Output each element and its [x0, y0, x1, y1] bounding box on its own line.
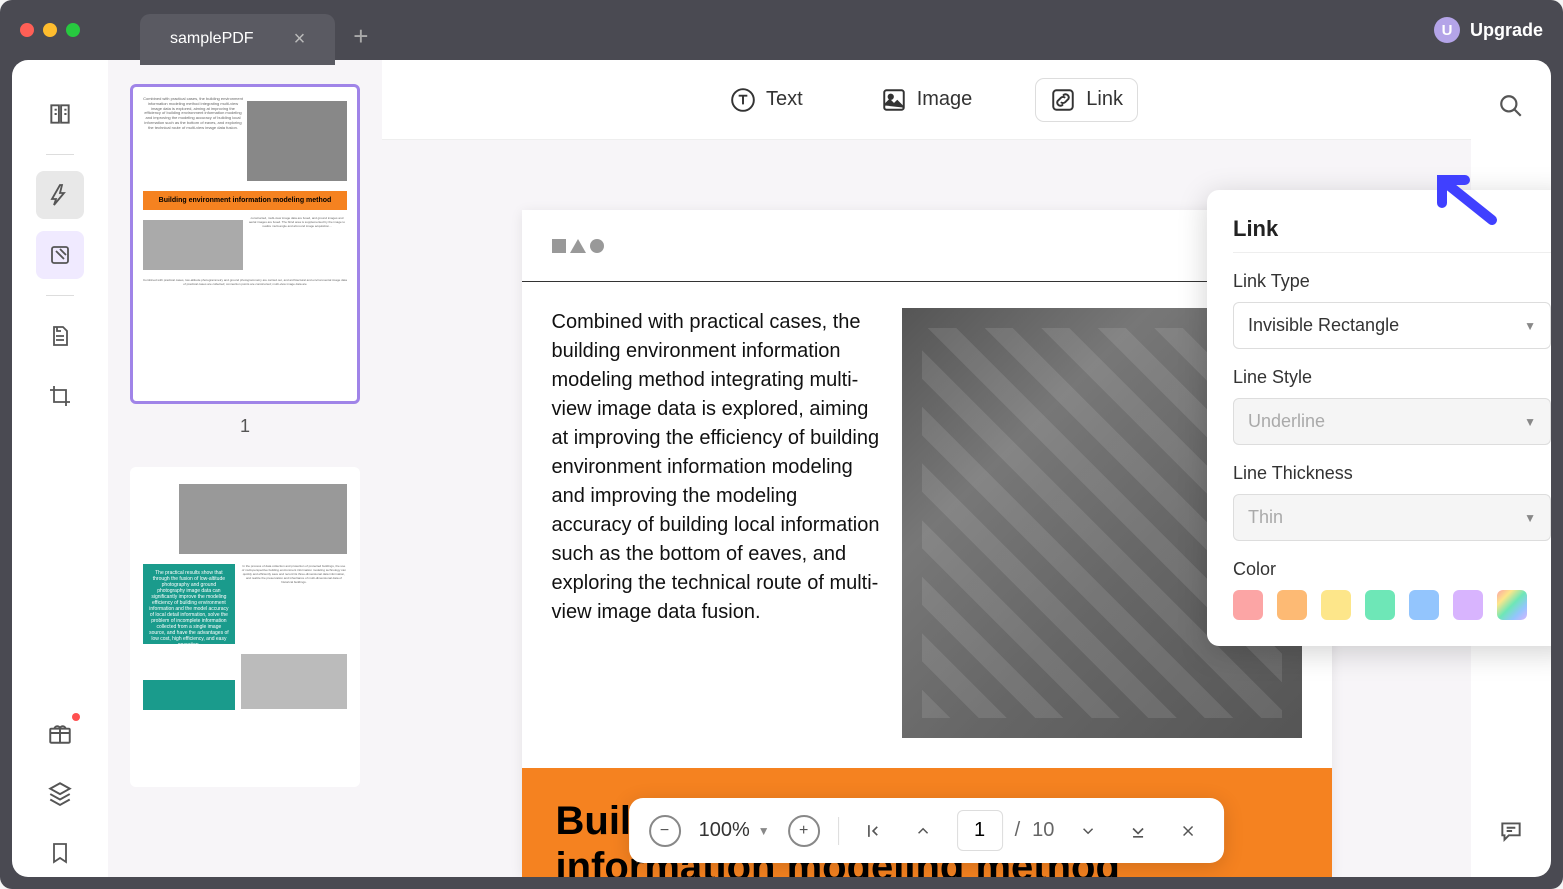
link-properties-popover: Link Link Type Invisible Rectangle ▼ Lin…	[1207, 190, 1551, 646]
edit-icon[interactable]	[36, 231, 84, 279]
thumbnail-page-1[interactable]: Combined with practical cases, the build…	[130, 84, 360, 404]
documents-icon[interactable]	[36, 312, 84, 360]
left-sidebar	[12, 60, 108, 877]
line-style-select[interactable]: Underline ▼	[1233, 398, 1551, 445]
link-tool-label: Link	[1086, 88, 1123, 111]
line-thickness-select[interactable]: Thin ▼	[1233, 494, 1551, 541]
main-canvas: Text Image Link	[382, 60, 1471, 877]
popover-title: Link	[1233, 216, 1551, 253]
thumbnail-page-2[interactable]: The practical results show that through …	[130, 467, 360, 787]
last-page-button[interactable]	[1122, 815, 1154, 847]
prev-page-button[interactable]	[907, 815, 939, 847]
tabs-area: samplePDF × +	[140, 0, 1434, 65]
upgrade-label: Upgrade	[1470, 20, 1543, 41]
search-icon[interactable]	[1495, 90, 1527, 122]
chevron-down-icon: ▼	[1524, 415, 1536, 429]
image-tool-button[interactable]: Image	[867, 79, 987, 121]
color-swatch-purple[interactable]	[1453, 590, 1483, 620]
maximize-window-button[interactable]	[66, 23, 80, 37]
color-swatch-teal[interactable]	[1365, 590, 1395, 620]
app-window: samplePDF × + U Upgrade	[0, 0, 1563, 889]
zoom-out-button[interactable]: −	[649, 815, 681, 847]
chevron-down-icon: ▼	[1524, 319, 1536, 333]
layers-icon[interactable]	[36, 769, 84, 817]
minimize-window-button[interactable]	[43, 23, 57, 37]
color-label: Color	[1233, 559, 1551, 580]
color-swatch-yellow[interactable]	[1321, 590, 1351, 620]
top-toolbar: Text Image Link	[382, 60, 1471, 140]
traffic-lights	[20, 23, 80, 37]
link-type-value: Invisible Rectangle	[1248, 315, 1399, 336]
document-tab[interactable]: samplePDF ×	[140, 14, 335, 65]
text-tool-label: Text	[766, 88, 803, 111]
page-shapes-decoration	[552, 239, 604, 253]
thumbnail-1-wrap: Combined with practical cases, the build…	[126, 84, 364, 437]
upgrade-button[interactable]: U Upgrade	[1434, 17, 1543, 43]
square-shape-icon	[552, 239, 566, 253]
link-icon	[1050, 87, 1076, 113]
color-swatches	[1233, 590, 1551, 620]
color-swatch-orange[interactable]	[1277, 590, 1307, 620]
reader-mode-icon[interactable]	[36, 90, 84, 138]
line-thickness-label: Line Thickness	[1233, 463, 1551, 484]
page-separator: /	[1015, 819, 1021, 842]
next-page-button[interactable]	[1072, 815, 1104, 847]
zoom-level-dropdown[interactable]: 100% ▼	[699, 819, 770, 842]
bookmark-icon[interactable]	[36, 829, 84, 877]
line-style-value: Underline	[1248, 411, 1325, 432]
thumb-title-box: Building environment information modelin…	[143, 191, 347, 210]
first-page-button[interactable]	[857, 815, 889, 847]
text-icon	[730, 87, 756, 113]
page-input-group: / 10	[957, 810, 1055, 851]
gift-icon[interactable]	[36, 709, 84, 757]
image-icon	[881, 87, 907, 113]
tab-title: samplePDF	[170, 30, 254, 48]
bottom-navigation-toolbar: − 100% ▼ + / 10	[629, 798, 1225, 863]
current-page-input[interactable]	[957, 810, 1003, 851]
sidebar-divider	[46, 154, 74, 155]
thumbnails-panel: Combined with practical cases, the build…	[108, 60, 382, 877]
content-area: Combined with practical cases, the build…	[12, 60, 1551, 877]
chevron-down-icon: ▼	[758, 824, 770, 838]
close-window-button[interactable]	[20, 23, 34, 37]
titlebar: samplePDF × + U Upgrade	[0, 0, 1563, 60]
chevron-down-icon: ▼	[1524, 511, 1536, 525]
triangle-shape-icon	[570, 239, 586, 253]
comment-icon[interactable]	[1495, 815, 1527, 847]
close-tab-button[interactable]: ×	[294, 28, 306, 51]
link-type-label: Link Type	[1233, 271, 1551, 292]
line-style-label: Line Style	[1233, 367, 1551, 388]
text-tool-button[interactable]: Text	[716, 79, 817, 121]
color-swatch-custom[interactable]	[1497, 590, 1527, 620]
zoom-value: 100%	[699, 819, 750, 842]
user-avatar-badge: U	[1434, 17, 1460, 43]
crop-icon[interactable]	[36, 372, 84, 420]
toolbar-divider	[838, 817, 839, 845]
thumbnail-2-wrap: The practical results show that through …	[126, 467, 364, 787]
sidebar-divider	[46, 295, 74, 296]
color-swatch-blue[interactable]	[1409, 590, 1439, 620]
thumbnail-1-number: 1	[126, 416, 364, 437]
close-toolbar-button[interactable]	[1172, 815, 1204, 847]
image-tool-label: Image	[917, 88, 973, 111]
color-swatch-pink[interactable]	[1233, 590, 1263, 620]
circle-shape-icon	[590, 239, 604, 253]
zoom-in-button[interactable]: +	[788, 815, 820, 847]
highlighter-icon[interactable]	[36, 171, 84, 219]
total-pages: 10	[1032, 819, 1054, 842]
line-thickness-value: Thin	[1248, 507, 1283, 528]
link-type-select[interactable]: Invisible Rectangle ▼	[1233, 302, 1551, 349]
page-body-text: Combined with practical cases, the build…	[552, 308, 882, 738]
new-tab-button[interactable]: +	[353, 21, 368, 52]
link-tool-button[interactable]: Link	[1036, 79, 1137, 121]
